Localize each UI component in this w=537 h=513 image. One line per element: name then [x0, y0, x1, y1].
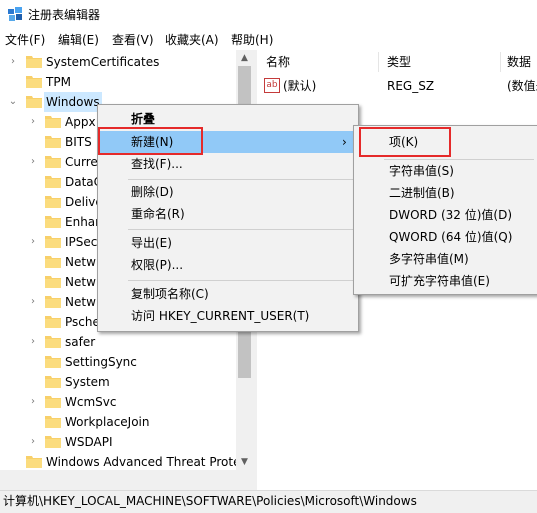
menu-separator	[128, 229, 354, 230]
tree-item-safer[interactable]: › safer	[0, 332, 236, 352]
folder-open-icon	[26, 96, 42, 108]
menu-item-delete[interactable]: 删除(D)	[131, 181, 174, 203]
submenu-item-expandable-string-value[interactable]: 可扩充字符串值(E)	[389, 270, 490, 292]
window-title: 注册表编辑器	[28, 8, 101, 22]
tree-item-label: Windows Advanced Threat Prote	[46, 455, 241, 469]
menu-help[interactable]: 帮助(H)	[231, 31, 273, 49]
submenu-item-qword-value[interactable]: QWORD (64 位)值(Q)	[389, 226, 512, 248]
tree-item-label: BITS	[65, 135, 92, 149]
value-data: (数值未	[507, 79, 537, 93]
menu-view[interactable]: 查看(V)	[112, 31, 154, 49]
tree-item-label: Enhar	[65, 215, 101, 229]
new-submenu: 项(K) 字符串值(S) 二进制值(B) DWORD (32 位)值(D) QW…	[353, 125, 537, 295]
tree-item-label: Windows	[44, 92, 102, 112]
folder-icon	[45, 356, 61, 368]
collapse-chevron-icon[interactable]: ⌄	[7, 92, 19, 112]
expand-chevron-icon[interactable]: ›	[27, 232, 39, 252]
folder-icon	[45, 136, 61, 148]
tree-item-label: SettingSync	[65, 355, 137, 369]
expand-chevron-icon[interactable]: ›	[27, 432, 39, 452]
tree-item-wsdapi[interactable]: › WSDAPI	[0, 432, 236, 452]
menu-item-permissions[interactable]: 权限(P)...	[131, 254, 183, 276]
folder-icon	[26, 456, 42, 468]
column-header-name[interactable]: 名称	[266, 50, 290, 74]
tree-item-label: Netw	[65, 295, 96, 309]
menu-item-rename[interactable]: 重命名(R)	[131, 203, 185, 225]
status-path: 计算机\HKEY_LOCAL_MACHINE\SOFTWARE\Policies…	[3, 494, 417, 508]
submenu-item-string-value[interactable]: 字符串值(S)	[389, 160, 454, 182]
tree-item-tpm[interactable]: TPM	[0, 72, 236, 92]
column-separator[interactable]	[500, 52, 501, 72]
menu-separator	[128, 280, 354, 281]
expand-chevron-icon[interactable]: ›	[27, 332, 39, 352]
scroll-up-arrow-icon[interactable]: ▲	[236, 50, 253, 66]
folder-icon	[45, 436, 61, 448]
folder-icon	[45, 276, 61, 288]
string-value-icon: ab	[264, 78, 280, 93]
expand-chevron-icon[interactable]: ›	[27, 152, 39, 172]
column-header-data[interactable]: 数据	[507, 50, 531, 74]
menu-edit[interactable]: 编辑(E)	[58, 31, 99, 49]
expand-chevron-icon[interactable]: ›	[27, 112, 39, 132]
folder-icon	[45, 336, 61, 348]
annotation-red-box-new	[98, 127, 203, 155]
folder-icon	[45, 196, 61, 208]
submenu-item-multi-string-value[interactable]: 多字符串值(M)	[389, 248, 469, 270]
folder-icon	[45, 116, 61, 128]
value-name-default[interactable]: (默认)	[283, 78, 316, 94]
folder-icon	[45, 296, 61, 308]
menu-separator	[128, 179, 354, 180]
regedit-app-icon	[8, 7, 22, 21]
column-header-type[interactable]: 类型	[387, 50, 411, 74]
folder-icon	[45, 256, 61, 268]
menu-favorites[interactable]: 收藏夹(A)	[165, 31, 219, 49]
expand-chevron-icon[interactable]: ›	[27, 392, 39, 412]
tree-item-label: WorkplaceJoin	[65, 415, 150, 429]
tree-item-label: safer	[65, 335, 96, 349]
submenu-arrow-icon: ›	[342, 135, 347, 149]
expand-chevron-icon[interactable]: ›	[7, 52, 19, 72]
tree-item-label: WSDAPI	[65, 435, 113, 449]
tree-item-label: WcmSvc	[65, 395, 117, 409]
value-type: REG_SZ	[387, 79, 435, 93]
folder-icon	[26, 56, 42, 68]
tree-item-label: SystemCertificates	[46, 55, 160, 69]
tree-item-workplacejoin[interactable]: WorkplaceJoin	[0, 412, 236, 432]
folder-icon	[45, 316, 61, 328]
menu-item-find[interactable]: 查找(F)...	[131, 153, 183, 175]
tree-item-label: Netw	[65, 255, 96, 269]
folder-icon	[45, 376, 61, 388]
submenu-item-binary-value[interactable]: 二进制值(B)	[389, 182, 455, 204]
folder-icon	[45, 396, 61, 408]
tree-item-label: IPSec	[65, 235, 98, 249]
tree-item-label: Psche	[65, 315, 100, 329]
folder-icon	[45, 216, 61, 228]
scroll-down-arrow-icon[interactable]: ▼	[236, 454, 253, 470]
column-separator[interactable]	[378, 52, 379, 72]
folder-icon	[45, 416, 61, 428]
tree-item-label: Curre	[65, 155, 98, 169]
tree-item-system[interactable]: System	[0, 372, 236, 392]
tree-item-label: Appx	[65, 115, 96, 129]
menu-file[interactable]: 文件(F)	[5, 31, 45, 49]
expand-chevron-icon[interactable]: ›	[27, 292, 39, 312]
tree-item-windows-atp[interactable]: Windows Advanced Threat Prote	[0, 452, 240, 472]
folder-icon	[45, 176, 61, 188]
menu-item-export[interactable]: 导出(E)	[131, 232, 172, 254]
folder-icon	[45, 236, 61, 248]
tree-item-systemcertificates[interactable]: › SystemCertificates	[0, 52, 236, 72]
annotation-red-box-key	[359, 127, 451, 157]
submenu-item-dword-value[interactable]: DWORD (32 位)值(D)	[389, 204, 512, 226]
menu-item-goto-hkcu[interactable]: 访问 HKEY_CURRENT_USER(T)	[131, 305, 309, 327]
context-menu: 折叠 新建(N) › 查找(F)... 删除(D) 重命名(R) 导出(E) 权…	[97, 104, 359, 332]
tree-item-wcmsvc[interactable]: › WcmSvc	[0, 392, 236, 412]
tree-item-label: Netw	[65, 275, 96, 289]
tree-item-label: System	[65, 375, 110, 389]
tree-item-label: TPM	[46, 75, 71, 89]
folder-icon	[45, 156, 61, 168]
tree-item-settingsync[interactable]: SettingSync	[0, 352, 236, 372]
folder-icon	[26, 76, 42, 88]
tree-horizontal-scrollbar[interactable]	[0, 470, 253, 490]
menu-item-copy-key-name[interactable]: 复制项名称(C)	[131, 283, 209, 305]
